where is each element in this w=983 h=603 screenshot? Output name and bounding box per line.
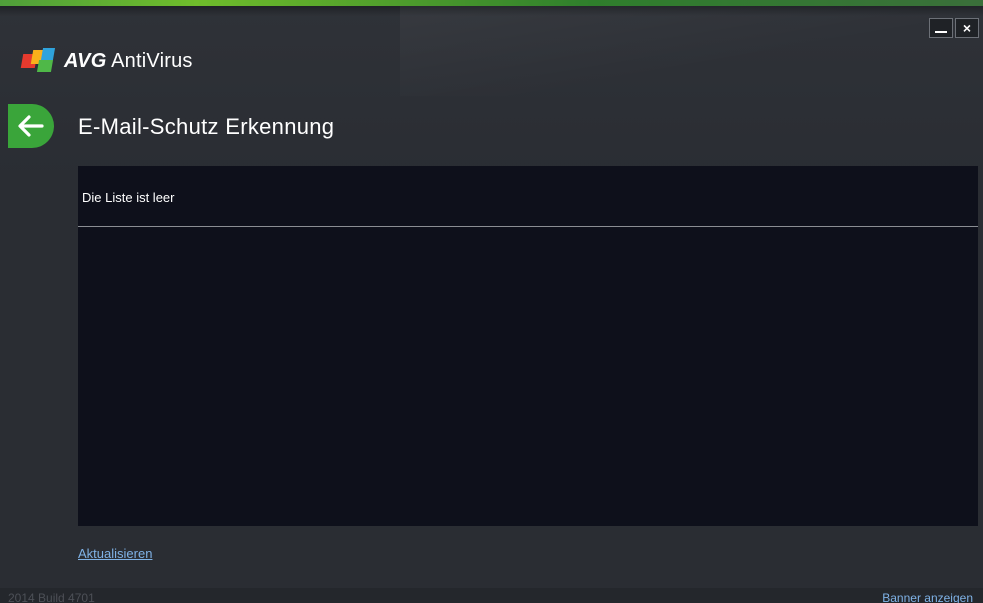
close-icon: ×: [962, 20, 972, 36]
refresh-link[interactable]: Aktualisieren: [78, 546, 152, 561]
avg-logo-icon: [20, 46, 58, 76]
close-button[interactable]: ×: [955, 18, 979, 38]
minimize-icon: [935, 31, 947, 33]
empty-list-message: Die Liste ist leer: [82, 190, 175, 205]
product-name: AntiVirus: [111, 49, 193, 72]
arrow-left-icon: [18, 115, 44, 137]
build-label: 2014 Build 4701: [8, 591, 95, 603]
back-button[interactable]: [8, 104, 54, 148]
list-header: Die Liste ist leer: [78, 166, 978, 227]
minimize-button[interactable]: [929, 18, 953, 38]
page-title: E-Mail-Schutz Erkennung: [78, 114, 335, 139]
app-brand: AVG AntiVirus: [20, 46, 193, 76]
detection-list[interactable]: Die Liste ist leer: [78, 166, 978, 526]
titlebar-decoration: [400, 6, 983, 96]
app-title: AVG AntiVirus: [64, 50, 193, 73]
app-window: × AVG AntiVirus E-Mail-Schutz Erkennung …: [0, 0, 983, 603]
status-footer: [0, 588, 983, 603]
show-banner-link[interactable]: Banner anzeigen: [882, 591, 973, 603]
brand-name: AVG: [64, 49, 107, 72]
